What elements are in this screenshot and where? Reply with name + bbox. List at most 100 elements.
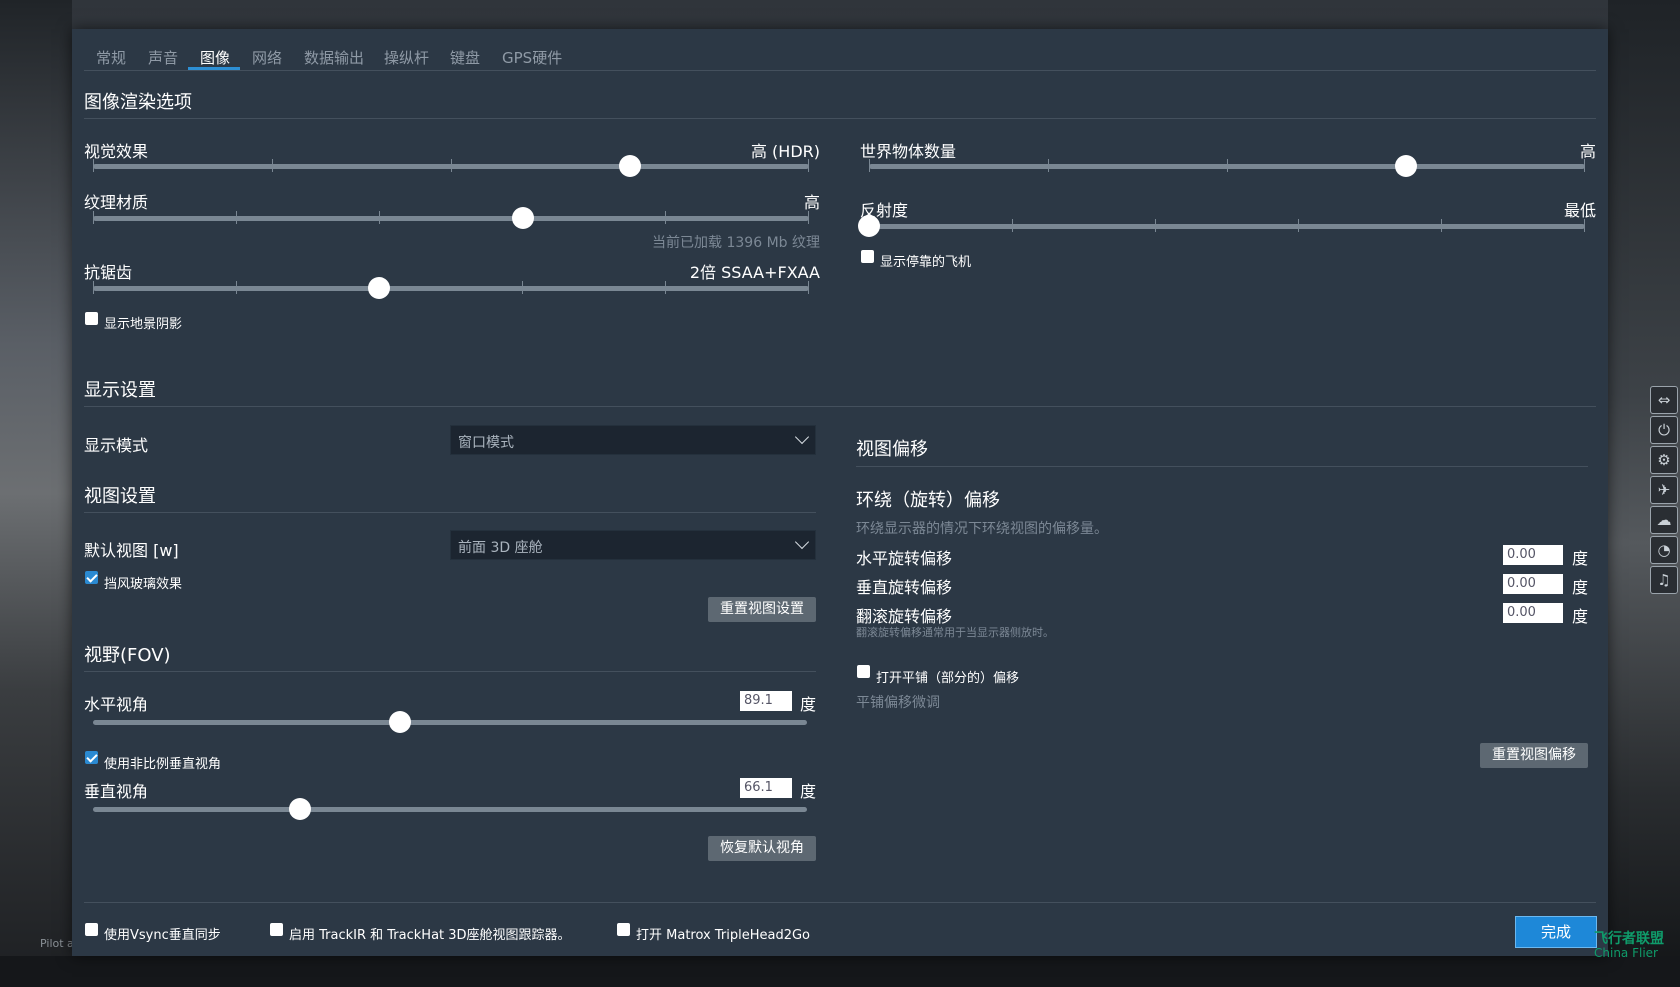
- parked-aircraft-label: 显示停靠的飞机: [880, 255, 972, 270]
- nonproportional-fov-label: 使用非比例垂直视角: [104, 757, 222, 772]
- matrox-checkbox[interactable]: [617, 923, 630, 936]
- slider-tick: [236, 211, 237, 224]
- slider-tick: [1047, 159, 1049, 172]
- slider-knob[interactable]: [858, 215, 880, 237]
- view-divider: [84, 512, 816, 513]
- slider-tick: [93, 211, 94, 224]
- default-view-label: 默认视图 [w]: [84, 541, 179, 560]
- roll-rotation-note: 翻滚旋转偏移通常用于当显示器侧放时。: [856, 626, 1054, 639]
- airplane-icon[interactable]: ✈: [1650, 476, 1678, 504]
- offset-divider: [856, 466, 1588, 467]
- tab-general[interactable]: 常规: [96, 47, 126, 68]
- reset-view-button[interactable]: 重置视图设置: [708, 597, 816, 622]
- display-mode-value: 窗口模式: [458, 435, 514, 451]
- trackir-checkbox[interactable]: [270, 923, 283, 936]
- weather-icon[interactable]: ☁: [1650, 506, 1678, 534]
- slider-track[interactable]: [869, 224, 1585, 229]
- terrain-shadows-checkbox[interactable]: [85, 312, 98, 325]
- tab-gps-hardware[interactable]: GPS硬件: [502, 47, 562, 68]
- vsync-label: 使用Vsync垂直同步: [104, 928, 221, 943]
- slider-tick: [236, 281, 237, 294]
- restore-default-fov-button[interactable]: 恢复默认视角: [708, 836, 816, 861]
- slider-tick: [869, 159, 870, 172]
- slider-track[interactable]: [93, 720, 807, 725]
- slider-tick: [93, 159, 94, 172]
- chevron-down-icon: [794, 534, 810, 550]
- slider-tick: [1584, 159, 1585, 172]
- antialias-value: 2倍 SSAA+FXAA: [689, 263, 820, 282]
- slider-tick: [1441, 219, 1442, 232]
- slider-tick: [522, 281, 523, 294]
- render-heading: 图像渲染选项: [84, 92, 192, 113]
- chevron-down-icon: [794, 429, 810, 445]
- music-icon[interactable]: ♫: [1650, 566, 1678, 594]
- display-mode-select[interactable]: 窗口模式: [450, 425, 816, 455]
- fov-heading: 视野(FOV): [84, 645, 171, 666]
- tile-fine-tune[interactable]: 平铺偏移微调: [856, 692, 940, 712]
- h-rotation-input[interactable]: 0.00: [1503, 545, 1563, 565]
- v-rotation-unit: 度: [1572, 578, 1589, 597]
- slider-knob[interactable]: [289, 798, 312, 820]
- tab-keyboard[interactable]: 键盘: [450, 47, 480, 68]
- slider-track[interactable]: [93, 807, 807, 812]
- vertical-fov-input[interactable]: 66.1: [740, 778, 792, 798]
- v-rotation-label: 垂直旋转偏移: [856, 578, 953, 597]
- tab-sound[interactable]: 声音: [148, 47, 178, 68]
- display-divider: [84, 406, 1596, 407]
- tab-network[interactable]: 网络: [252, 47, 282, 68]
- default-view-select[interactable]: 前面 3D 座舱: [450, 530, 816, 560]
- terrain-shadows-label: 显示地景阴影: [104, 317, 183, 332]
- background-left: [0, 0, 72, 987]
- slider-tick: [808, 211, 809, 224]
- windshield-label: 挡风玻璃效果: [104, 577, 183, 592]
- slider-knob[interactable]: [511, 207, 534, 229]
- display-heading: 显示设置: [84, 380, 156, 401]
- tab-data-output[interactable]: 数据输出: [304, 47, 364, 68]
- slider-tick: [1226, 159, 1228, 172]
- resize-icon[interactable]: ⇔: [1650, 386, 1678, 414]
- v-rotation-input[interactable]: 0.00: [1503, 574, 1563, 594]
- pilot-text: Pilot a: [40, 937, 74, 950]
- tab-divider: [84, 70, 1596, 71]
- world-objects-value: 高: [1579, 142, 1596, 161]
- watermark-logo-subtext: China Flier: [1594, 946, 1658, 960]
- parked-aircraft-checkbox[interactable]: [861, 250, 874, 263]
- slider-tick: [1155, 219, 1156, 232]
- slider-knob[interactable]: [389, 711, 412, 733]
- render-divider: [84, 118, 1596, 119]
- slider-knob[interactable]: [1395, 155, 1417, 177]
- slider-tick: [665, 281, 666, 294]
- fov-divider: [84, 671, 816, 672]
- matrox-label: 打开 Matrox TripleHead2Go: [636, 928, 810, 943]
- tab-joystick[interactable]: 操纵杆: [384, 47, 429, 68]
- world-objects-label: 世界物体数量: [860, 142, 957, 161]
- roll-rotation-input[interactable]: 0.00: [1503, 603, 1563, 623]
- slider-tick: [665, 211, 666, 224]
- texture-label: 纹理材质: [84, 193, 149, 212]
- texture-loaded-note: 当前已加载 1396 Mb 纹理: [652, 235, 820, 251]
- view-heading: 视图设置: [84, 486, 156, 507]
- tile-offset-checkbox[interactable]: [857, 665, 870, 678]
- texture-value: 高: [803, 193, 820, 212]
- h-rotation-label: 水平旋转偏移: [856, 549, 953, 568]
- footer-divider: [84, 902, 1596, 903]
- gear-icon[interactable]: ⚙: [1650, 446, 1678, 474]
- slider-track[interactable]: [93, 286, 809, 291]
- roll-rotation-unit: 度: [1572, 607, 1589, 626]
- windshield-checkbox[interactable]: [85, 571, 98, 584]
- power-icon[interactable]: ⏻: [1650, 416, 1678, 444]
- reset-offset-button[interactable]: 重置视图偏移: [1480, 743, 1588, 768]
- tile-offset-label: 打开平铺（部分的）偏移: [876, 671, 1020, 686]
- visual-effects-value: 高 (HDR): [750, 142, 820, 161]
- done-button[interactable]: 完成: [1515, 916, 1597, 948]
- vertical-fov-unit: 度: [800, 782, 817, 801]
- nonproportional-fov-checkbox[interactable]: [85, 751, 98, 764]
- vsync-checkbox[interactable]: [85, 923, 98, 936]
- gauge-icon[interactable]: ◔: [1650, 536, 1678, 564]
- surround-offset-desc: 环绕显示器的情况下环绕视图的偏移量。: [856, 521, 1108, 537]
- slider-knob[interactable]: [619, 155, 641, 177]
- horizontal-fov-input[interactable]: 89.1: [740, 691, 792, 711]
- slider-tick: [1012, 219, 1013, 232]
- tab-graphics[interactable]: 图像: [200, 47, 230, 68]
- slider-track[interactable]: [93, 216, 809, 221]
